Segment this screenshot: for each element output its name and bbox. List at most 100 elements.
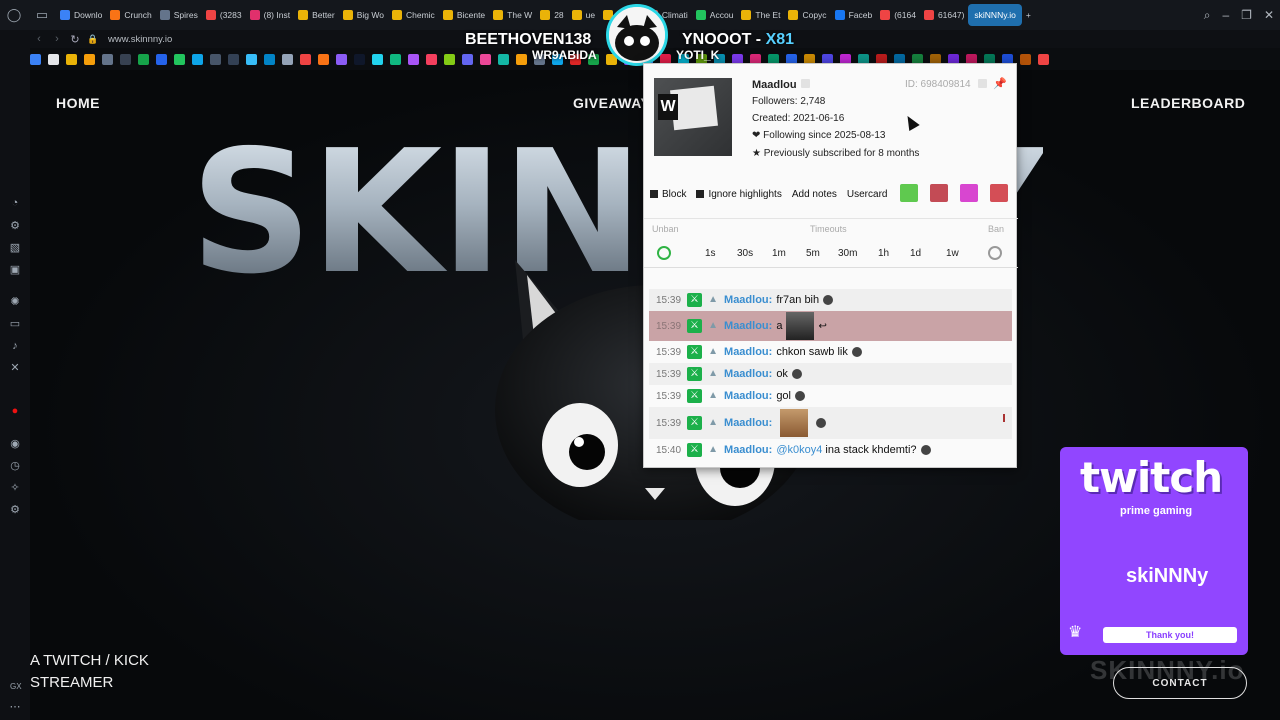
bookmark-icon[interactable] [30,53,41,65]
bookmark-icon[interactable] [138,53,149,65]
contact-button[interactable]: CONTACT [1113,667,1247,699]
timeout-1m[interactable]: 1m [772,248,786,259]
bookmark-icon[interactable] [210,53,221,65]
reply-icon[interactable] [816,418,827,428]
extensions-icon[interactable]: ✧ [8,481,22,495]
bookmark-icon[interactable] [264,53,275,65]
bookmark-icon[interactable] [354,53,365,65]
search-icon[interactable]: ⌕ [1204,8,1211,23]
timeout-1h[interactable]: 1h [878,248,889,259]
browser-tab[interactable]: Faceb [831,4,877,26]
timeout-1s[interactable]: 1s [705,248,716,259]
chat-mention[interactable]: @k0koy4 [776,444,822,456]
tiktok-icon[interactable]: ♪ [8,339,22,353]
bookmark-icon[interactable] [336,53,347,65]
speed-dial-icon[interactable]: ◔ [8,196,22,210]
browser-tab[interactable]: Chemic [388,4,439,26]
browser-tab[interactable]: The Et [737,4,784,26]
new-tab-icon[interactable]: + [1022,4,1035,26]
bookmark-icon[interactable] [480,53,491,65]
nav-giveaway[interactable]: GIVEAWAY [573,95,650,111]
timeout-30s[interactable]: 30s [737,248,753,259]
mod-sword-icon[interactable] [900,184,918,202]
bookmark-icon[interactable] [1038,53,1049,65]
timeout-1w[interactable]: 1w [946,248,959,259]
chat-username[interactable]: Maadlou: [724,417,772,429]
more-icon[interactable]: ⋯ [8,700,22,714]
bookmark-icon[interactable] [102,53,113,65]
bookmark-icon[interactable] [1020,53,1031,65]
bookmark-icon[interactable] [498,53,509,65]
x-icon[interactable]: ✕ [8,361,22,375]
bookmark-icon[interactable] [192,53,203,65]
bookmark-icon[interactable] [48,53,59,65]
browser-tab[interactable]: ue [568,4,599,26]
bookmark-icon[interactable] [444,53,455,65]
unban-icon[interactable] [657,246,671,260]
browser-tab[interactable]: Crunch [106,4,155,26]
pin-icon[interactable]: 📌 [993,77,1007,90]
bookmark-icon[interactable] [390,53,401,65]
timeout-30m[interactable]: 30m [838,248,857,259]
unmod-sword-icon[interactable] [930,184,948,202]
youtube-icon[interactable]: ● [8,404,22,418]
browser-tab-active[interactable]: skiNNNy.io [968,4,1022,26]
opera-menu-icon[interactable]: ◯ [0,0,28,30]
chat-username[interactable]: Maadlou: [724,444,772,456]
bookmark-icon[interactable] [372,53,383,65]
copy-id-icon[interactable] [978,79,987,88]
chat-username[interactable]: Maadlou: [724,346,772,358]
reply-icon[interactable]: ↩ [818,321,826,332]
browser-tab[interactable]: Copyc [784,4,830,26]
bookmark-icon[interactable] [300,53,311,65]
restore-icon[interactable]: ❐ [1241,8,1252,22]
settings-icon[interactable]: ⚙ [8,503,22,517]
vip-icon[interactable] [960,184,978,202]
bookmark-icon[interactable] [282,53,293,65]
bookmark-icon[interactable] [318,53,329,65]
nav-leaderboard[interactable]: LEADERBOARD [1131,95,1245,111]
bookmark-icon[interactable] [84,53,95,65]
ban-icon[interactable] [988,246,1002,260]
usercard-link-button[interactable]: Usercard [847,189,888,200]
wallet-icon[interactable]: ▧ [8,241,22,255]
history-icon[interactable]: ◷ [8,459,22,473]
chat-username[interactable]: Maadlou: [724,368,772,380]
bookmark-icon[interactable] [516,53,527,65]
timeout-1d[interactable]: 1d [910,248,921,259]
add-notes-button[interactable]: Add notes [792,189,837,200]
ignore-highlights-button[interactable]: Ignore highlights [696,189,782,200]
bookmark-icon[interactable] [462,53,473,65]
bookmark-icon[interactable] [174,53,185,65]
browser-tab[interactable]: The W [489,4,536,26]
chat-username[interactable]: Maadlou: [724,294,772,306]
ai-icon[interactable]: ⚙ [8,219,22,233]
chat-username[interactable]: Maadlou: [724,390,772,402]
bookmark-icon[interactable] [246,53,257,65]
forward-icon[interactable]: › [48,33,66,45]
twitch-icon[interactable]: ▭ [8,317,22,331]
browser-tab[interactable]: Better [294,4,339,26]
block-button[interactable]: Block [650,189,686,200]
chat-username[interactable]: Maadlou: [724,320,772,332]
bookmark-icon[interactable] [426,53,437,65]
messenger-icon[interactable]: ▣ [8,263,22,277]
url-field[interactable]: www.skinnny.io [108,34,172,45]
nav-home[interactable]: HOME [56,95,100,111]
reply-icon[interactable] [823,295,834,305]
browser-tab[interactable]: Downlo [56,4,106,26]
browser-tab[interactable]: Big Wo [339,4,388,26]
unvip-icon[interactable] [990,184,1008,202]
block-checkbox[interactable] [650,190,658,198]
timeout-5m[interactable]: 5m [806,248,820,259]
usercard-username[interactable]: Maadlou [752,79,797,91]
browser-tab[interactable]: Bicente [439,4,489,26]
browser-tab[interactable]: (6164 [876,4,920,26]
reload-icon[interactable]: ↻ [66,33,84,46]
chatgpt-icon[interactable]: ✺ [8,295,22,309]
bookmark-icon[interactable] [156,53,167,65]
minimize-icon[interactable]: – [1222,8,1229,22]
copy-username-icon[interactable] [801,79,810,88]
player-icon[interactable]: ◉ [8,437,22,451]
browser-tab[interactable]: 61647) [920,4,968,26]
